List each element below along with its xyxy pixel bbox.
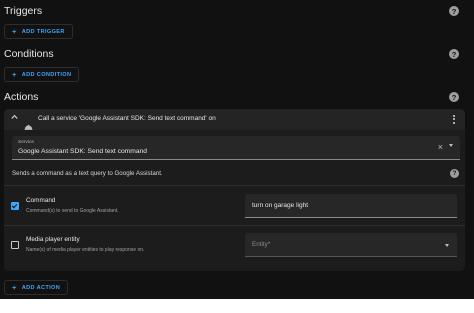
conditions-heading: Conditions [4, 48, 54, 60]
divider [4, 225, 465, 226]
add-action-button[interactable]: + ADD ACTION [4, 280, 69, 295]
help-circle-icon[interactable]: ? [449, 92, 459, 102]
dots-vertical-icon[interactable] [453, 115, 456, 125]
actions-heading: Actions [4, 91, 39, 103]
command-input[interactable]: turn on garage light [245, 194, 457, 218]
media-player-field-name: Media player entity [26, 236, 80, 243]
entity-picker[interactable]: Entity* [245, 233, 457, 257]
room-service-icon [24, 117, 33, 135]
plus-icon: + [12, 27, 17, 36]
action-card: Call a service 'Google Assistant SDK: Se… [4, 109, 465, 271]
triggers-heading: Triggers [4, 5, 43, 17]
automation-editor: Triggers ? + ADD TRIGGER Conditions ? + … [0, 0, 474, 299]
add-condition-label: ADD CONDITION [21, 71, 72, 78]
add-condition-button[interactable]: + ADD CONDITION [4, 67, 80, 82]
add-trigger-label: ADD TRIGGER [21, 28, 65, 35]
service-select[interactable]: Service Google Assistant SDK: Send text … [12, 136, 460, 160]
service-description: Sends a command as a text query to Googl… [12, 170, 163, 177]
command-checkbox[interactable] [11, 202, 19, 210]
plus-icon: + [12, 283, 17, 292]
action-title: Call a service 'Google Assistant SDK: Se… [38, 115, 216, 122]
plus-icon: + [12, 70, 17, 79]
help-circle-icon[interactable]: ? [449, 6, 459, 16]
service-label: Service [18, 140, 34, 145]
media-player-field-description: Name(s) of media player entities to play… [26, 247, 145, 253]
action-card-header[interactable]: Call a service 'Google Assistant SDK: Se… [4, 109, 465, 130]
add-trigger-button[interactable]: + ADD TRIGGER [4, 24, 73, 39]
command-field-name: Command [26, 197, 56, 204]
chevron-up-icon[interactable] [11, 113, 18, 122]
close-icon[interactable]: × [438, 143, 443, 152]
command-field-description: Command(s) to send to Google Assistant. [26, 208, 119, 214]
service-value: Google Assistant SDK: Send text command [18, 148, 147, 155]
command-value: turn on garage light [252, 202, 309, 209]
help-circle-icon[interactable]: ? [450, 169, 459, 178]
menu-down-icon[interactable] [445, 244, 449, 247]
menu-down-icon[interactable] [449, 144, 453, 147]
entity-placeholder: Entity* [252, 241, 271, 248]
add-action-label: ADD ACTION [21, 284, 61, 291]
help-circle-icon[interactable]: ? [449, 49, 459, 59]
media-player-checkbox[interactable] [11, 241, 19, 249]
divider [4, 185, 465, 186]
